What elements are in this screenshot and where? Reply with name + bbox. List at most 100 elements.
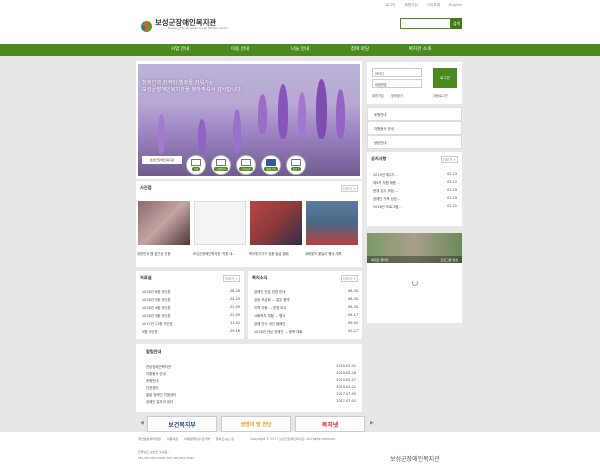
archive-item[interactable]: 2017년 11월 식단표 11-02 [142, 321, 240, 326]
gallery-caption[interactable]: 복지위기가구 집중 발굴 캠페 [249, 251, 303, 256]
archive-more-button[interactable]: 더보기 + [222, 275, 240, 282]
side-menu-counsel[interactable]: 상담안내 [367, 135, 462, 149]
nav-item-usage[interactable]: 이용 안내 [210, 44, 270, 56]
news-item[interactable]: 지역 아동 ... 운영 보고 06-30 [254, 305, 358, 310]
hero-line-1: 장애인과 지역이 행복을 키워가는 [142, 80, 214, 86]
gallery-more-button[interactable]: 더보기 + [340, 185, 358, 192]
logo-icon [140, 18, 153, 32]
related-item[interactable]: 발달 장애인 지원센터 2017-07-05 [146, 392, 356, 397]
archive-item[interactable]: 2018년 3월 식단표 02-09 [142, 313, 240, 318]
nav-item-participation[interactable]: 참여 마당 [330, 44, 390, 56]
site-logo[interactable]: 보성군장애인복지관 Boseong Handicapped Social Wel… [140, 18, 228, 32]
footer: 개인정보처리방침 이용약관 이메일무단수집거부 찾아오시는 길 Copyrigh… [0, 432, 600, 474]
side-photo-right-label[interactable]: 프로그램 영상 [440, 258, 458, 262]
banner-next-button[interactable]: ▶ [370, 420, 374, 426]
gallery-photo[interactable] [138, 201, 190, 245]
blog-icon [291, 159, 301, 166]
footer-address: 전라남도 보성군 보성읍 ... [138, 450, 172, 454]
quick-link-donation[interactable]: 후원 [186, 155, 206, 175]
archive-item[interactable]: 2018년 6월 식단표 06-28 [142, 289, 240, 294]
related-item[interactable]: 자원봉사 안내 2019-02-28 [146, 371, 356, 376]
news-more-button[interactable]: 더보기 + [340, 275, 358, 282]
archive-item[interactable]: 9월 식단표 09-16 [142, 329, 240, 334]
notice-item[interactable]: 제9차 직원 채용 ... 02-12 [373, 180, 457, 185]
side-menu-donation[interactable]: 후원안내 [367, 107, 462, 121]
side-menu-volunteer[interactable]: 자원봉사 안내 [367, 121, 462, 135]
login-box: 아이디 비밀번호 로그인 회원가입 정보찾기 자동로그인 [367, 62, 462, 104]
news-item[interactable]: 사회복지 체험 ... 행사 04-17 [254, 313, 358, 318]
footer-copyright: Copyright © 2017 보성군장애인복지관. All rights r… [250, 437, 336, 441]
search-button[interactable]: 검색 [451, 18, 462, 29]
volunteer-icon [216, 159, 226, 166]
news-item[interactable]: 공동 모금회 ... 업무 협약 08-30 [254, 297, 358, 302]
find-account-link[interactable]: 정보찾기 [391, 93, 403, 98]
nav-item-business[interactable]: 사업 안내 [150, 44, 210, 56]
related-item[interactable]: 후원안내 2019-02-27 [146, 378, 356, 383]
gallery-caption[interactable]: 새해맞이 윷놀이 행사 개최 [305, 251, 359, 256]
archive-panel: 자료실 더보기 + 2018년 6월 식단표 06-28 2018년 5월 식단표… [136, 271, 244, 339]
loading-spinner-icon [412, 280, 418, 286]
side-photo-left-label[interactable]: 복지관 갤러리 [371, 258, 389, 262]
nav-item-about[interactable]: 복지관 소개 [390, 44, 450, 56]
footer-link-terms[interactable]: 이용약관 [167, 436, 178, 441]
quick-link-blog[interactable]: 블로그 [286, 155, 306, 175]
related-item[interactable]: 장애인 일자리 센터 2017-07-01 [146, 399, 356, 404]
banner-ministry[interactable]: 보건복지부 [147, 416, 217, 432]
top-link-sitemap[interactable]: 사이트맵 [427, 3, 440, 8]
related-title: 알림안내 [146, 349, 162, 354]
gallery-title: 사진첩 [140, 185, 152, 190]
gallery-photo[interactable] [306, 201, 358, 245]
notice-item[interactable]: 현재 강사 모집 ... 01-29 [373, 188, 457, 193]
news-item[interactable]: 장애 인식 개선 캠페인 09-05 [254, 321, 358, 326]
login-password-field[interactable]: 비밀번호 [372, 79, 422, 88]
login-button[interactable]: 로그인 [433, 68, 457, 88]
footer-link-directions[interactable]: 찾아오시는 길 [216, 436, 234, 441]
banner-prev-button[interactable]: ◀ [140, 420, 144, 426]
top-link-english[interactable]: English [449, 3, 462, 8]
news-panel: 복지소식 더보기 + 장애인 연금 관련 안내 08-30 공동 모금회 ... … [248, 271, 362, 339]
quick-link-facebook[interactable]: 페이스북 [261, 155, 281, 175]
gallery-caption[interactable]: 대한민국 웹 접근성 인증 [137, 251, 191, 256]
search-box: 검색 [400, 18, 462, 29]
logo-subtitle: Boseong Handicapped Social Welfare Cente… [168, 25, 228, 30]
notice-item[interactable]: 2018년 프로그램... 01-01 [373, 204, 457, 209]
auto-login-checkbox[interactable]: 자동로그인 [433, 93, 448, 98]
footer-link-email-policy[interactable]: 이메일무단수집거부 [184, 436, 210, 441]
notice-title: 공지사항 [371, 156, 387, 161]
main-nav: 사업 안내 이용 안내 나눔 안내 참여 마당 복지관 소개 [0, 44, 600, 56]
archive-item[interactable]: 2018년 4월 식단표 02-09 [142, 305, 240, 310]
related-item[interactable]: 전남장애인복지관 2019-02-01 [146, 364, 356, 369]
quick-link-volunteer[interactable]: 자원봉사 [211, 155, 231, 175]
nav-item-sharing[interactable]: 나눔 안내 [270, 44, 330, 56]
quick-link-notice[interactable]: 공지사항 [236, 155, 256, 175]
archive-item[interactable]: 2018년 5월 식단표 04-25 [142, 297, 240, 302]
footer-phone: TEL 061-852-0091 FAX 061-852-0092 [138, 456, 195, 460]
footer-logo: 보성군장애인복지관 [390, 456, 440, 463]
gallery-photo[interactable] [250, 201, 302, 245]
banner-jeonnam[interactable]: 생명의 땅 전남 [221, 416, 291, 432]
facebook-icon [266, 159, 276, 166]
notice-panel: 공지사항 더보기 + 2019년 제2차 ... 02-23 제9차 직원 채용 … [367, 152, 462, 226]
gallery-photo[interactable] [194, 201, 246, 245]
notice-item[interactable]: 2019년 제2차 ... 02-23 [373, 172, 457, 177]
banner-bokjinet[interactable]: 복지넷 [295, 416, 365, 432]
top-link-join[interactable]: 회원가입 [405, 3, 418, 8]
notice-more-button[interactable]: 더보기 + [440, 156, 458, 163]
hero-line-2: 보성군장애인복지관을 찾아주셔서 감사합니다. [142, 87, 243, 94]
loading-panel [367, 263, 462, 323]
news-item[interactable]: 2018년 전남 장애인 ... 종목 대회 02-27 [254, 329, 358, 334]
login-id-field[interactable]: 아이디 [372, 68, 422, 77]
footer-link-privacy[interactable]: 개인정보처리방침 [138, 436, 161, 441]
search-input[interactable] [400, 18, 451, 29]
news-title: 복지소식 [252, 275, 268, 280]
notice-item[interactable]: 장애인 가족 상담... 01-29 [373, 196, 457, 201]
join-link[interactable]: 회원가입 [372, 93, 384, 98]
top-links: 로그인 회원가입 사이트맵 English [386, 3, 462, 8]
hero-caption: 보성군장애인복지관 [142, 156, 182, 164]
top-link-login[interactable]: 로그인 [386, 3, 396, 8]
gallery-caption[interactable]: 보성군장애인복지관 '직원 내... [193, 251, 247, 256]
side-photo[interactable]: 복지관 갤러리 프로그램 영상 [367, 233, 462, 263]
document-icon [241, 159, 251, 166]
news-item[interactable]: 장애인 연금 관련 안내 08-30 [254, 289, 358, 294]
related-item[interactable]: 인권센터 2019-01-22 [146, 385, 356, 390]
